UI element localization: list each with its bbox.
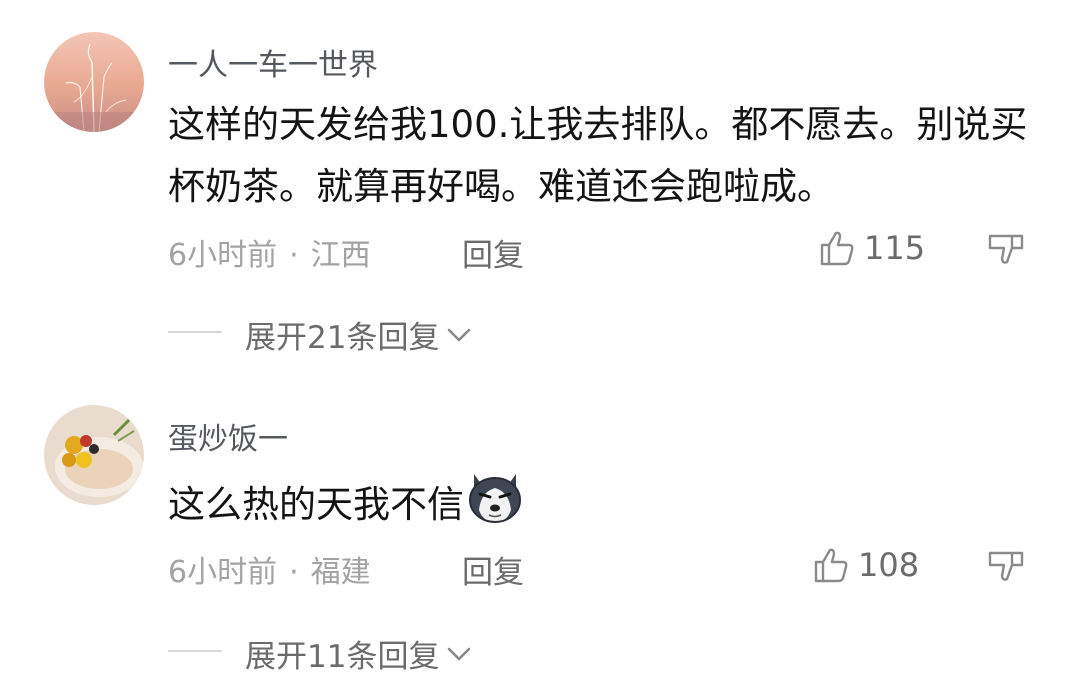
thumbs-up-icon bbox=[820, 231, 854, 266]
comment-meta: 6小时前 · 江西 bbox=[168, 230, 371, 274]
reply-button[interactable]: 回复 bbox=[462, 547, 524, 592]
location: 江西 bbox=[310, 238, 371, 273]
like-button[interactable]: 108 bbox=[812, 545, 919, 585]
comment-text-content: 这么热的天我不信 bbox=[168, 483, 464, 526]
expand-divider bbox=[168, 331, 222, 333]
location: 福建 bbox=[310, 555, 371, 590]
chevron-down-icon bbox=[448, 328, 471, 341]
expand-replies-label: 展开21条回复 bbox=[245, 320, 440, 356]
comment-meta: 6小时前 · 福建 bbox=[168, 547, 371, 591]
timestamp: 6小时前 bbox=[168, 555, 278, 590]
timestamp: 6小时前 bbox=[168, 238, 278, 273]
meta-separator: · bbox=[289, 555, 299, 590]
dislike-button[interactable] bbox=[986, 232, 1026, 276]
comment-text: 这样的天发给我100.让我去排队。都不愿去。别说买杯奶茶。就算再好喝。难道还会跑… bbox=[168, 103, 1028, 208]
reed-sunset-avatar-icon bbox=[44, 32, 144, 132]
avatar[interactable] bbox=[44, 405, 144, 505]
comment-text: 这么热的天我不信 bbox=[168, 468, 1028, 545]
like-count: 108 bbox=[858, 546, 920, 584]
like-count: 115 bbox=[864, 229, 926, 267]
reply-button[interactable]: 回复 bbox=[462, 230, 524, 275]
food-plate-avatar-icon bbox=[44, 405, 144, 505]
expand-replies-button[interactable]: 展开21条回复 bbox=[245, 312, 473, 357]
username[interactable]: 一人一车一世界 bbox=[168, 40, 378, 84]
expand-replies-button[interactable]: 展开11条回复 bbox=[245, 631, 473, 676]
meta-separator: · bbox=[289, 238, 299, 273]
thumbs-down-icon bbox=[988, 234, 1024, 264]
dislike-button[interactable] bbox=[986, 549, 1026, 593]
thumbs-up-icon bbox=[814, 548, 848, 583]
expand-divider bbox=[168, 650, 222, 652]
thumbs-down-icon bbox=[988, 551, 1024, 581]
chevron-down-icon bbox=[448, 647, 471, 660]
like-button[interactable]: 115 bbox=[818, 228, 925, 268]
husky-dog-emoji-icon bbox=[466, 468, 524, 545]
expand-replies-label: 展开11条回复 bbox=[245, 639, 440, 675]
avatar[interactable] bbox=[44, 32, 144, 132]
username[interactable]: 蛋炒饭一 bbox=[168, 414, 288, 458]
